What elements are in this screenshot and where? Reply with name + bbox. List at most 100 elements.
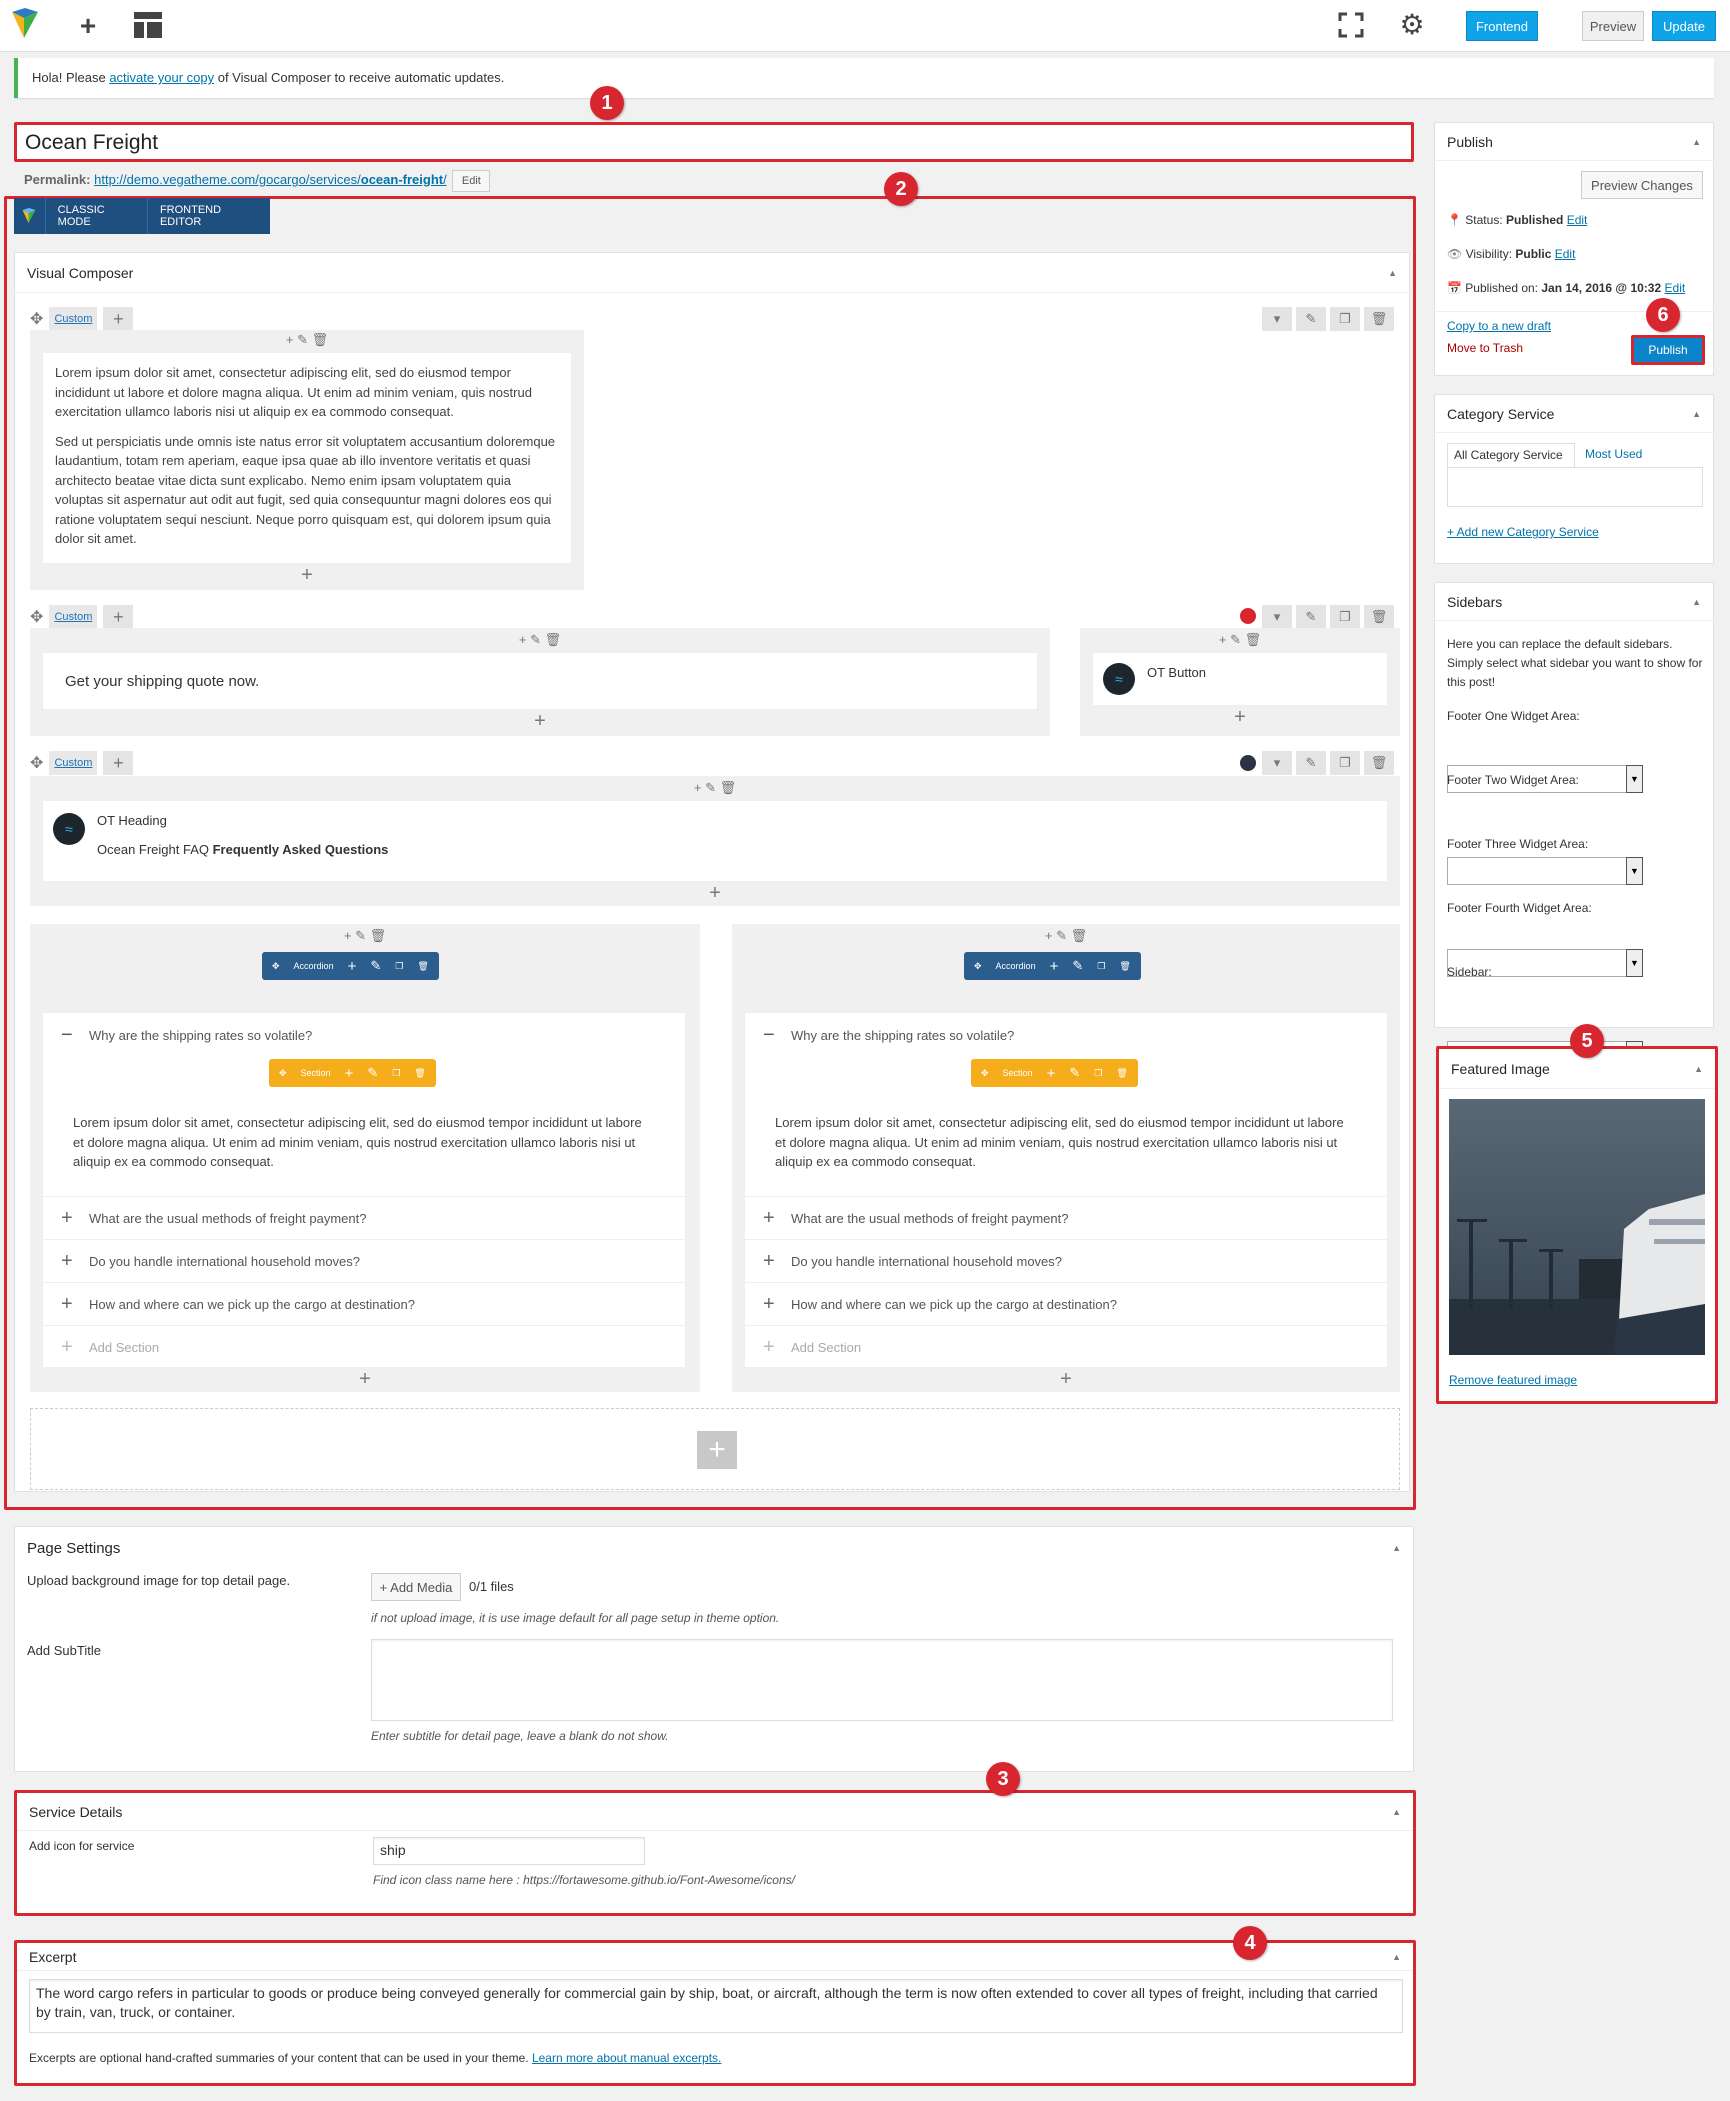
column-controls-icon[interactable]: + ✎ 🗑 <box>732 928 1400 944</box>
ot-button-element[interactable]: ≈ OT Button <box>1092 652 1388 706</box>
quote-text-block[interactable]: Get your shipping quote now. <box>42 652 1038 710</box>
footer-two-select[interactable]: ▼ <box>1447 857 1643 885</box>
accordion-controls[interactable]: ✥ Accordion + ✎ ❐ 🗑 <box>964 952 1141 980</box>
add-element-icon[interactable]: + <box>70 8 106 44</box>
post-title-field[interactable]: Ocean Freight <box>14 122 1414 162</box>
category-header[interactable]: Category Service ▲ <box>1435 395 1713 433</box>
add-column-icon[interactable]: + <box>103 307 134 331</box>
row-edit-icon[interactable]: ✎ <box>1296 605 1326 629</box>
frontend-editor-button[interactable]: FRONTEND EDITOR <box>148 204 270 228</box>
row-toggle-icon[interactable]: ▾ <box>1262 307 1292 331</box>
featured-image-thumbnail[interactable] <box>1449 1099 1705 1355</box>
add-element-plus-icon[interactable]: + <box>30 564 584 587</box>
move-handle-icon[interactable]: ✥ <box>30 607 43 627</box>
row-color-dot-dark[interactable] <box>1240 755 1256 771</box>
row-clone-icon[interactable]: ❐ <box>1330 605 1360 629</box>
add-section-button[interactable]: + Add Section <box>745 1326 1387 1369</box>
add-element-plus-icon[interactable]: + <box>30 1368 700 1391</box>
row-delete-icon[interactable]: 🗑 <box>1364 605 1394 629</box>
accordion-controls[interactable]: ✥ Accordion + ✎ ❐ 🗑 <box>262 952 439 980</box>
row-label[interactable]: Custom <box>49 605 98 629</box>
accordion-open-question[interactable]: − Why are the shipping rates so volatile? <box>745 1013 1387 1057</box>
add-column-icon[interactable]: + <box>103 605 134 629</box>
add-category-link[interactable]: + Add new Category Service <box>1447 525 1599 539</box>
add-media-button[interactable]: + Add Media <box>371 1573 461 1601</box>
column-controls-icon[interactable]: + ✎ 🗑 <box>30 332 584 348</box>
visibility-edit-link[interactable]: Edit <box>1555 247 1576 261</box>
row-delete-icon[interactable]: 🗑 <box>1364 751 1394 775</box>
update-button[interactable]: Update <box>1652 11 1716 41</box>
row-toggle-icon[interactable]: ▾ <box>1262 605 1292 629</box>
move-handle-icon[interactable]: ✥ <box>30 309 43 329</box>
collapse-icon[interactable]: ▲ <box>1392 1952 1401 1962</box>
accordion-question-3[interactable]: + How and where can we pick up the cargo … <box>43 1283 685 1326</box>
row-edit-icon[interactable]: ✎ <box>1296 307 1326 331</box>
preview-button[interactable]: Preview <box>1582 11 1644 41</box>
accordion-question-1[interactable]: + What are the usual methods of freight p… <box>43 1197 685 1240</box>
vc-panel-header[interactable]: Visual Composer ▲ <box>15 253 1409 293</box>
subtitle-textarea[interactable] <box>371 1639 1393 1721</box>
section-controls[interactable]: ✥ Section + ✎ ❐ 🗑 <box>269 1059 436 1087</box>
column-controls-icon[interactable]: + ✎ 🗑 <box>30 928 700 944</box>
collapse-icon[interactable]: ▲ <box>1692 137 1701 147</box>
settings-gear-icon[interactable]: ⚙ <box>1398 11 1426 39</box>
excerpt-textarea[interactable]: The word cargo refers in particular to g… <box>29 1979 1403 2033</box>
collapse-icon[interactable]: ▲ <box>1692 409 1701 419</box>
templates-icon[interactable] <box>134 12 162 38</box>
accordion-question-2[interactable]: + Do you handle international household m… <box>43 1240 685 1283</box>
add-column-icon[interactable]: + <box>103 751 134 775</box>
row-clone-icon[interactable]: ❐ <box>1330 307 1360 331</box>
row-color-dot-red[interactable] <box>1240 608 1256 624</box>
service-details-header[interactable]: Service Details ▲ <box>17 1793 1413 1831</box>
text-block-1[interactable]: Lorem ipsum dolor sit amet, consectetur … <box>42 352 572 564</box>
move-to-trash-link[interactable]: Move to Trash <box>1447 341 1523 355</box>
accordion-open-question[interactable]: − Why are the shipping rates so volatile? <box>43 1013 685 1057</box>
column-controls-icon[interactable]: + ✎ 🗑 <box>30 780 1400 796</box>
published-edit-link[interactable]: Edit <box>1665 281 1686 295</box>
icon-input[interactable]: ship <box>373 1837 645 1865</box>
sidebars-header[interactable]: Sidebars ▲ <box>1435 583 1713 621</box>
publish-button[interactable]: Publish <box>1631 335 1705 365</box>
accordion-question-2[interactable]: + Do you handle international household m… <box>745 1240 1387 1283</box>
add-section-button[interactable]: + Add Section <box>43 1326 685 1369</box>
preview-changes-button[interactable]: Preview Changes <box>1581 171 1703 199</box>
row-delete-icon[interactable]: 🗑 <box>1364 307 1394 331</box>
excerpt-header[interactable]: Excerpt ▲ <box>17 1943 1413 1971</box>
classic-mode-button[interactable]: CLASSIC MODE <box>46 198 148 234</box>
add-row-plus-icon[interactable]: + <box>697 1431 737 1469</box>
row-toggle-icon[interactable]: ▾ <box>1262 751 1292 775</box>
column-controls-icon[interactable]: + ✎ 🗑 <box>1080 632 1400 648</box>
activate-link[interactable]: activate your copy <box>109 70 214 85</box>
row-edit-icon[interactable]: ✎ <box>1296 751 1326 775</box>
row-clone-icon[interactable]: ❐ <box>1330 751 1360 775</box>
publish-header[interactable]: Publish ▲ <box>1435 123 1713 161</box>
accordion-question-1[interactable]: + What are the usual methods of freight p… <box>745 1197 1387 1240</box>
add-element-plus-icon[interactable]: + <box>30 710 1050 733</box>
row-label[interactable]: Custom <box>49 751 98 775</box>
move-handle-icon[interactable]: ✥ <box>30 753 43 773</box>
add-element-plus-icon[interactable]: + <box>732 1368 1400 1391</box>
section-controls[interactable]: ✥ Section + ✎ ❐ 🗑 <box>971 1059 1138 1087</box>
collapse-icon[interactable]: ▲ <box>1388 268 1397 278</box>
permalink-link[interactable]: http://demo.vegatheme.com/gocargo/servic… <box>94 172 447 187</box>
tab-all-category[interactable]: All Category Service <box>1447 443 1575 467</box>
row-label[interactable]: Custom <box>49 307 98 331</box>
copy-draft-link[interactable]: Copy to a new draft <box>1447 319 1551 333</box>
permalink-edit-button[interactable]: Edit <box>452 170 491 192</box>
column-controls-icon[interactable]: + ✎ 🗑 <box>30 632 1050 648</box>
page-settings-header[interactable]: Page Settings ▲ <box>15 1527 1413 1569</box>
collapse-icon[interactable]: ▲ <box>1694 1064 1703 1074</box>
collapse-icon[interactable]: ▲ <box>1392 1807 1401 1817</box>
ot-heading-element[interactable]: ≈ OT Heading Ocean Freight FAQ Frequentl… <box>42 800 1388 882</box>
add-element-plus-icon[interactable]: + <box>1080 706 1400 729</box>
collapse-icon[interactable]: ▲ <box>1392 1543 1401 1553</box>
accordion-question-3[interactable]: + How and where can we pick up the cargo … <box>745 1283 1387 1326</box>
tab-most-used[interactable]: Most Used <box>1585 447 1642 461</box>
excerpt-learn-more-link[interactable]: Learn more about manual excerpts. <box>532 2051 721 2065</box>
fullscreen-icon[interactable] <box>1338 12 1364 38</box>
add-element-plus-icon[interactable]: + <box>30 882 1400 905</box>
remove-featured-image-link[interactable]: Remove featured image <box>1449 1373 1577 1387</box>
frontend-button[interactable]: Frontend <box>1466 11 1538 41</box>
collapse-icon[interactable]: ▲ <box>1692 597 1701 607</box>
vc-logo-icon[interactable] <box>10 8 40 40</box>
